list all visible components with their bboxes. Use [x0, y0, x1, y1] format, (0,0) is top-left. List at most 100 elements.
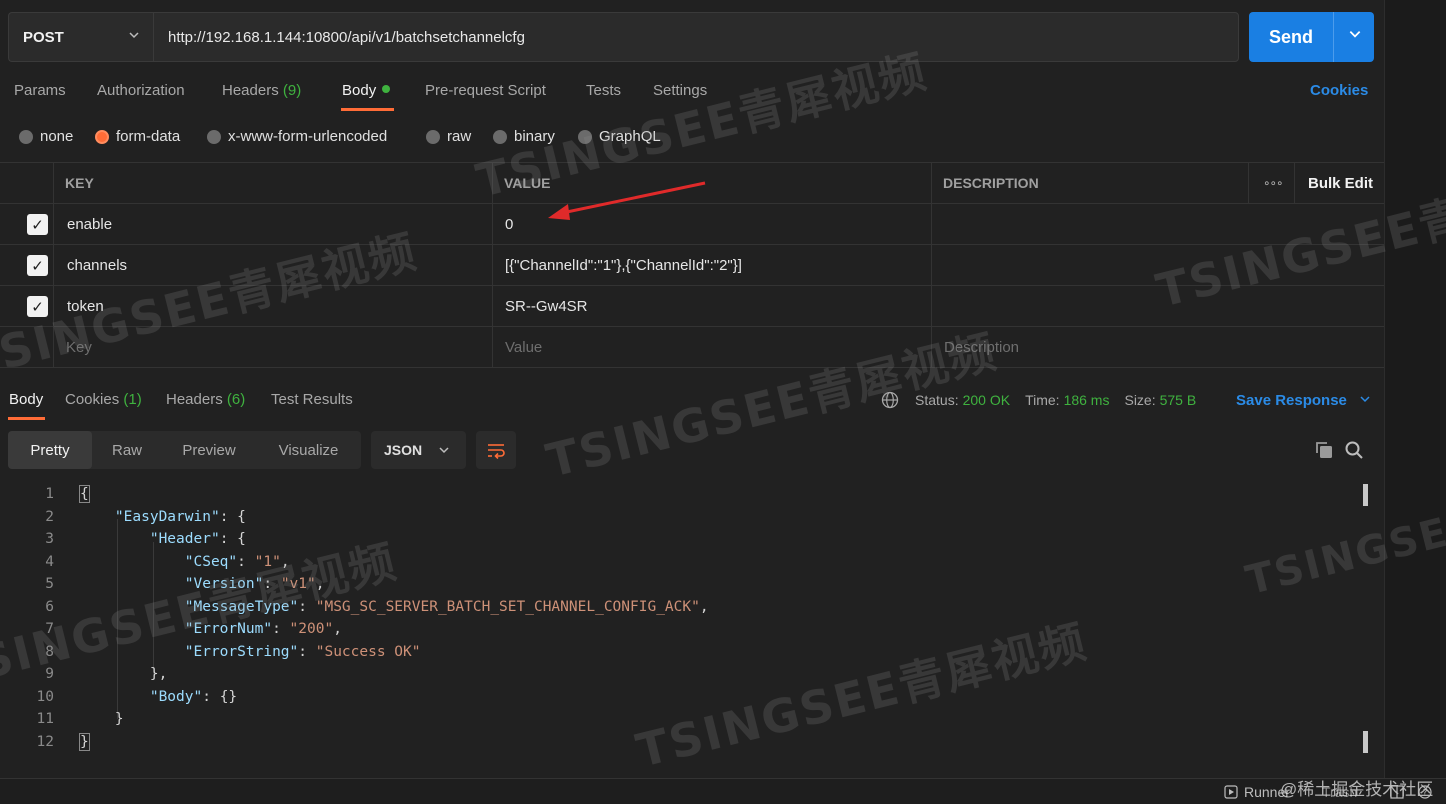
size-label: Size:: [1124, 392, 1156, 408]
search-icon[interactable]: [1344, 440, 1364, 464]
tab-tests[interactable]: Tests: [586, 82, 621, 99]
view-visualize-button[interactable]: Visualize: [256, 431, 361, 469]
wrap-lines-icon[interactable]: [476, 431, 516, 469]
chevron-down-icon[interactable]: [1348, 27, 1362, 44]
response-cookies-count: (1): [123, 391, 142, 408]
scrollbar-top-marker[interactable]: [1363, 484, 1368, 506]
url-input[interactable]: http://192.168.1.144:10800/api/v1/batchs…: [153, 12, 1239, 62]
tab-body[interactable]: Body: [342, 82, 391, 99]
response-tab-headers-label: Headers: [166, 391, 223, 408]
save-response-label: Save Response: [1236, 392, 1347, 409]
tab-authorization[interactable]: Authorization: [97, 82, 185, 99]
response-headers-count: (6): [226, 391, 246, 408]
bulk-edit-button[interactable]: Bulk Edit: [1308, 163, 1373, 203]
time-value: 186 ms: [1063, 392, 1110, 408]
code-line: "Header": {: [149, 531, 246, 547]
view-preview-button[interactable]: Preview: [162, 431, 256, 469]
send-button[interactable]: Send: [1249, 12, 1374, 62]
chevron-down-icon: [439, 447, 449, 454]
radio-indicator: [19, 129, 33, 144]
code-line: "Body": {}: [149, 689, 238, 705]
radio-indicator: [207, 129, 221, 144]
tab-headers[interactable]: Headers (9): [222, 82, 301, 99]
table-row-empty: Key Value Description: [0, 327, 1384, 368]
new-value-input[interactable]: Value: [505, 327, 542, 367]
watermark-text: TSINGSEE青犀视频: [631, 613, 1093, 778]
cookies-link[interactable]: Cookies: [1310, 82, 1368, 99]
tab-prerequest-script[interactable]: Pre-request Script: [425, 82, 546, 99]
site-watermark: @稀土掘金技术社区: [1280, 780, 1434, 799]
status-value: 200 OK: [962, 392, 1011, 408]
radio-none[interactable]: none: [19, 128, 73, 145]
format-select[interactable]: JSON: [371, 431, 466, 469]
radio-raw[interactable]: raw: [426, 128, 471, 145]
svg-text:?: ?: [1423, 789, 1428, 799]
right-side-pane: [1384, 0, 1446, 804]
param-key[interactable]: enable: [67, 204, 112, 244]
line-number: 12: [36, 734, 54, 750]
url-text: http://192.168.1.144:10800/api/v1/batchs…: [168, 28, 525, 46]
play-icon: [1224, 785, 1238, 799]
scrollbar-bottom-marker[interactable]: [1363, 731, 1368, 753]
chevron-down-icon: [128, 29, 140, 44]
send-divider: [1333, 12, 1334, 62]
more-options-icon[interactable]: ∘∘∘: [1263, 163, 1284, 203]
radio-indicator: [426, 129, 440, 144]
tab-headers-label: Headers: [222, 82, 279, 99]
radio-urlencoded[interactable]: x-www-form-urlencoded: [207, 128, 387, 145]
code-line: }: [114, 711, 124, 727]
response-tab-body[interactable]: Body: [9, 391, 43, 408]
method-select[interactable]: POST: [8, 12, 154, 62]
tab-headers-count: (9): [282, 82, 302, 99]
view-pretty-button[interactable]: Pretty: [8, 431, 92, 469]
code-line: },: [149, 666, 168, 682]
method-label: POST: [23, 28, 64, 46]
body-modified-dot: [382, 85, 391, 93]
response-tab-body-label: Body: [9, 391, 44, 408]
param-key[interactable]: channels: [67, 245, 127, 285]
line-number: 11: [36, 711, 54, 727]
help-icon[interactable]: ?: [1418, 785, 1432, 803]
active-tab-indicator: [341, 108, 394, 111]
line-number: 1: [45, 486, 54, 502]
param-value[interactable]: [{"ChannelId":"1"},{"ChannelId":"2"}]: [505, 245, 742, 285]
save-response-button[interactable]: Save Response: [1236, 392, 1371, 409]
radio-urlencoded-label: x-www-form-urlencoded: [228, 128, 388, 145]
response-tab-cookies[interactable]: Cookies (1): [65, 391, 142, 408]
code-line: {: [79, 485, 90, 503]
line-number: 5: [45, 576, 54, 592]
line-number: 2: [45, 509, 54, 525]
param-value[interactable]: SR--Gw4SR: [505, 286, 588, 326]
response-tab-test-results-label: Test Results: [271, 391, 353, 408]
response-tab-headers[interactable]: Headers (6): [166, 391, 245, 408]
layout-icon[interactable]: [1390, 785, 1404, 803]
tab-prerequest-label: Pre-request Script: [425, 82, 546, 99]
line-number: 3: [45, 531, 54, 547]
radio-indicator-selected: [95, 129, 109, 144]
response-tab-test-results[interactable]: Test Results: [271, 391, 353, 408]
time-label: Time:: [1025, 392, 1060, 408]
size-value: 575 B: [1159, 392, 1197, 408]
response-tab-cookies-label: Cookies: [65, 391, 120, 408]
chevron-down-icon: [1360, 396, 1370, 403]
line-number: 10: [36, 689, 54, 705]
view-raw-button[interactable]: Raw: [92, 431, 162, 469]
radio-none-label: none: [40, 128, 74, 145]
send-label: Send: [1269, 26, 1314, 47]
tab-tests-label: Tests: [586, 82, 622, 99]
copy-icon[interactable]: [1314, 440, 1334, 464]
code-line: }: [79, 733, 90, 751]
response-view-toggle: Pretty Raw Preview Visualize: [8, 431, 361, 469]
line-number: 4: [45, 554, 54, 570]
column-header-key: KEY: [65, 175, 94, 191]
row-checkbox[interactable]: ✓: [27, 214, 48, 235]
tab-params-label: Params: [14, 82, 66, 99]
code-line: "EasyDarwin": {: [114, 509, 246, 525]
response-active-tab-indicator: [8, 417, 45, 420]
tab-body-label: Body: [342, 82, 377, 99]
param-value[interactable]: 0: [505, 204, 513, 244]
radio-form-data[interactable]: form-data: [95, 128, 180, 145]
tab-params[interactable]: Params: [14, 82, 66, 99]
row-checkbox[interactable]: ✓: [27, 255, 48, 276]
radio-form-data-label: form-data: [116, 128, 181, 145]
